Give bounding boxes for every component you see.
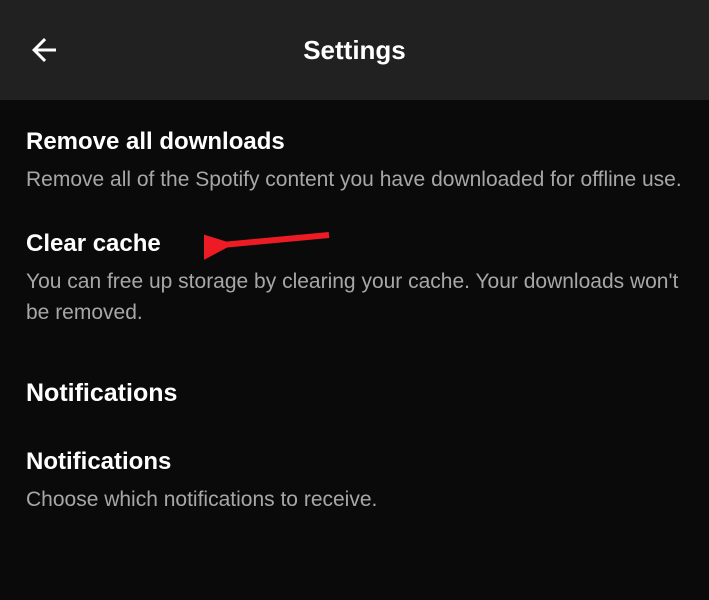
remove-downloads-title: Remove all downloads — [26, 128, 683, 156]
clear-cache-item[interactable]: Clear cache You can free up storage by c… — [26, 230, 683, 329]
header: Settings — [0, 0, 709, 100]
back-arrow-icon — [26, 32, 62, 68]
back-button[interactable] — [24, 30, 64, 70]
clear-cache-title: Clear cache — [26, 230, 683, 258]
notifications-item[interactable]: Notifications Choose which notifications… — [26, 448, 683, 516]
remove-downloads-item[interactable]: Remove all downloads Remove all of the S… — [26, 128, 683, 196]
notifications-section-header: Notifications — [26, 379, 683, 408]
remove-downloads-description: Remove all of the Spotify content you ha… — [26, 164, 683, 196]
clear-cache-description: You can free up storage by clearing your… — [26, 266, 683, 329]
settings-content: Remove all downloads Remove all of the S… — [0, 100, 709, 515]
page-title: Settings — [0, 35, 709, 66]
notifications-description: Choose which notifications to receive. — [26, 484, 683, 516]
notifications-title: Notifications — [26, 448, 683, 476]
